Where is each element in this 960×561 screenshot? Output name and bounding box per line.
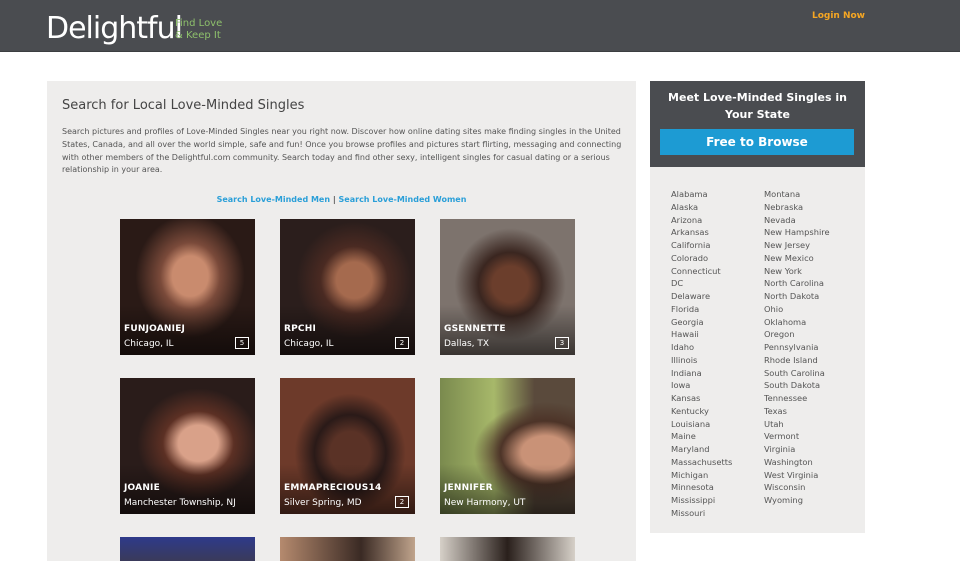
state-link[interactable]: Michigan <box>671 469 732 482</box>
state-link[interactable]: Iowa <box>671 379 732 392</box>
sidebar-title: Meet Love-Minded Singles in Your State <box>668 91 847 121</box>
state-link[interactable]: Arizona <box>671 214 732 227</box>
state-link[interactable]: Minnesota <box>671 481 732 494</box>
logo-tagline: Find Love & Keep It <box>175 18 222 42</box>
state-link[interactable]: Oregon <box>764 328 830 341</box>
state-link[interactable]: Texas <box>764 405 830 418</box>
intro-text: Search pictures and profiles of Love-Min… <box>62 127 622 175</box>
state-link[interactable]: New York <box>764 265 830 278</box>
search-men-link[interactable]: Search Love-Minded Men <box>217 195 330 204</box>
state-link[interactable]: Colorado <box>671 252 732 265</box>
states-list-left: Alabama Alaska Arizona Arkansas California Co… <box>671 188 732 520</box>
profile-username: JENNIFER <box>444 483 493 493</box>
profile-card[interactable]: GSENNETTE Dallas, TX 3 <box>440 219 575 355</box>
profile-username: RPCHI <box>284 324 317 334</box>
state-link[interactable]: Wyoming <box>764 494 830 507</box>
state-link[interactable]: New Mexico <box>764 252 830 265</box>
state-link[interactable]: Rhode Island <box>764 354 830 367</box>
state-link[interactable]: Nebraska <box>764 201 830 214</box>
state-link[interactable]: South Carolina <box>764 367 830 380</box>
logo[interactable]: Delightful <box>46 12 183 46</box>
search-links: Search Love-Minded Men | Search Love-Min… <box>47 195 636 204</box>
profile-photo <box>280 537 415 561</box>
profile-location: Chicago, IL <box>124 339 174 349</box>
states-list-right: Montana Nebraska Nevada New Hampshire New Je… <box>764 188 830 507</box>
state-link[interactable]: Louisiana <box>671 418 732 431</box>
profile-card[interactable] <box>280 537 415 561</box>
link-separator: | <box>330 195 339 204</box>
state-link[interactable]: New Jersey <box>764 239 830 252</box>
state-link[interactable]: West Virginia <box>764 469 830 482</box>
state-link[interactable]: Montana <box>764 188 830 201</box>
state-link[interactable]: Massachusetts <box>671 456 732 469</box>
tagline-line-1: Find Love <box>175 18 223 29</box>
state-link[interactable]: Oklahoma <box>764 316 830 329</box>
profile-location: Dallas, TX <box>444 339 490 349</box>
photo-count-badge: 3 <box>555 337 569 349</box>
free-to-browse-button[interactable]: Free to Browse <box>660 129 854 155</box>
state-link[interactable]: Ohio <box>764 303 830 316</box>
profile-card[interactable]: JOANIE Manchester Township, NJ <box>120 378 255 514</box>
state-link[interactable]: Georgia <box>671 316 732 329</box>
profile-card[interactable]: RPCHI Chicago, IL 2 <box>280 219 415 355</box>
profile-card[interactable] <box>120 537 255 561</box>
state-link[interactable]: Pennsylvania <box>764 341 830 354</box>
profile-username: FUNJOANIEJ <box>124 324 186 334</box>
tagline-line-2: & Keep It <box>175 30 221 41</box>
state-link[interactable]: Nevada <box>764 214 830 227</box>
state-link[interactable]: Missouri <box>671 507 732 520</box>
profile-location: Manchester Township, NJ <box>124 498 236 508</box>
search-panel: Search for Local Love-Minded Singles Sea… <box>47 81 636 561</box>
state-link[interactable]: Alaska <box>671 201 732 214</box>
state-sidebar: Meet Love-Minded Singles in Your State F… <box>650 81 865 533</box>
state-link[interactable]: Wisconsin <box>764 481 830 494</box>
photo-count-badge: 2 <box>395 496 409 508</box>
state-link[interactable]: New Hampshire <box>764 226 830 239</box>
state-link[interactable]: Arkansas <box>671 226 732 239</box>
state-link[interactable]: Illinois <box>671 354 732 367</box>
state-link[interactable]: Connecticut <box>671 265 732 278</box>
state-link[interactable]: Kentucky <box>671 405 732 418</box>
state-link[interactable]: South Dakota <box>764 379 830 392</box>
sidebar-header: Meet Love-Minded Singles in Your State F… <box>650 81 865 167</box>
profile-username: EMMAPRECIOUS14 <box>284 483 382 493</box>
state-link[interactable]: Idaho <box>671 341 732 354</box>
state-link[interactable]: Mississippi <box>671 494 732 507</box>
profile-username: JOANIE <box>124 483 160 493</box>
state-link[interactable]: Florida <box>671 303 732 316</box>
state-link[interactable]: Hawaii <box>671 328 732 341</box>
state-link[interactable]: Vermont <box>764 430 830 443</box>
state-link[interactable]: Maryland <box>671 443 732 456</box>
state-link[interactable]: DC <box>671 277 732 290</box>
profile-location: Silver Spring, MD <box>284 498 362 508</box>
state-link[interactable]: Maine <box>671 430 732 443</box>
profile-card[interactable]: FUNJOANIEJ Chicago, IL 5 <box>120 219 255 355</box>
photo-count-badge: 2 <box>395 337 409 349</box>
state-link[interactable]: Tennessee <box>764 392 830 405</box>
login-link[interactable]: Login Now <box>812 11 865 21</box>
profile-photo <box>440 537 575 561</box>
profile-photo <box>120 537 255 561</box>
state-link[interactable]: North Dakota <box>764 290 830 303</box>
state-link[interactable]: California <box>671 239 732 252</box>
site-header: Delightful Find Love & Keep It Login Now <box>0 0 960 52</box>
state-link[interactable]: Virginia <box>764 443 830 456</box>
profile-location: Chicago, IL <box>284 339 334 349</box>
state-link[interactable]: Kansas <box>671 392 732 405</box>
profile-card[interactable]: JENNIFER New Harmony, UT <box>440 378 575 514</box>
profile-card[interactable]: EMMAPRECIOUS14 Silver Spring, MD 2 <box>280 378 415 514</box>
state-link[interactable]: Alabama <box>671 188 732 201</box>
state-link[interactable]: Delaware <box>671 290 732 303</box>
state-link[interactable]: North Carolina <box>764 277 830 290</box>
profile-username: GSENNETTE <box>444 324 506 334</box>
profile-location: New Harmony, UT <box>444 498 526 508</box>
state-link[interactable]: Utah <box>764 418 830 431</box>
search-women-link[interactable]: Search Love-Minded Women <box>339 195 467 204</box>
state-link[interactable]: Washington <box>764 456 830 469</box>
page-title: Search for Local Love-Minded Singles <box>62 98 305 113</box>
photo-count-badge: 5 <box>235 337 249 349</box>
profile-card[interactable] <box>440 537 575 561</box>
state-link[interactable]: Indiana <box>671 367 732 380</box>
